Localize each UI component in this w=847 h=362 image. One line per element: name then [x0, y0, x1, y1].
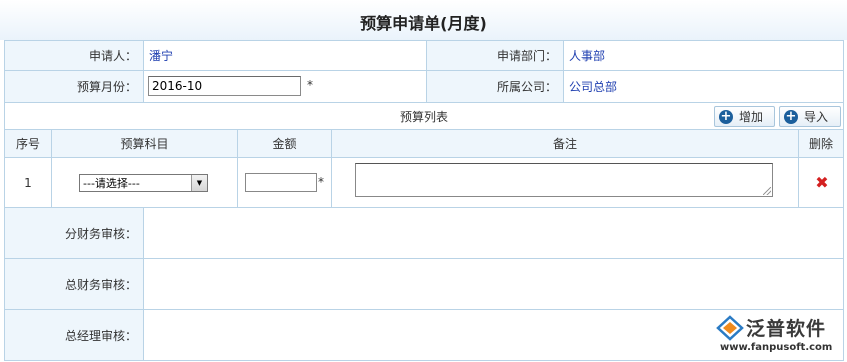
resize-grip-icon[interactable]	[763, 187, 771, 195]
col-header-index: 序号	[4, 129, 52, 158]
subject-select[interactable]: ---请选择--- ▼	[79, 174, 208, 192]
row-index: 1	[4, 157, 52, 208]
applicant-label: 申请人：	[4, 40, 144, 71]
red-x-icon[interactable]: ✖	[814, 175, 830, 191]
amount-input[interactable]	[245, 173, 317, 192]
review-label-general-manager: 总经理审核：	[4, 309, 144, 361]
department-label: 申请部门：	[426, 40, 564, 71]
company-value: 公司总部	[563, 70, 844, 103]
amount-required-mark: *	[318, 175, 324, 189]
month-label: 预算月份：	[4, 70, 144, 103]
remark-textarea[interactable]	[355, 163, 773, 197]
add-button[interactable]: + 增加	[714, 106, 775, 127]
month-required-mark: *	[307, 78, 313, 92]
add-button-label: 增加	[739, 110, 764, 124]
triangle-down-icon[interactable]: ▼	[191, 175, 207, 191]
plus-circle-icon: +	[719, 108, 733, 124]
review-value-general-finance	[143, 258, 844, 310]
month-input[interactable]	[148, 76, 301, 96]
col-header-subject: 预算科目	[51, 129, 238, 158]
col-header-amount: 金额	[237, 129, 332, 158]
department-value: 人事部	[563, 40, 844, 71]
watermark-url: www.fanpusoft.com	[720, 342, 833, 353]
page-title: 预算申请单(月度)	[0, 0, 847, 40]
col-header-delete: 删除	[798, 129, 844, 158]
fanpu-logo-icon	[716, 315, 744, 341]
plus-circle-icon: +	[784, 108, 798, 124]
review-label-general-finance: 总财务审核：	[4, 258, 144, 310]
review-value-branch-finance	[143, 207, 844, 259]
review-label-branch-finance: 分财务审核：	[4, 207, 144, 259]
subject-select-value: ---请选择---	[83, 177, 140, 190]
applicant-value: 潘宁	[143, 40, 427, 71]
watermark-logo: 泛普软件 www.fanpusoft.com	[716, 314, 844, 356]
col-header-remark: 备注	[331, 129, 799, 158]
company-label: 所属公司：	[426, 70, 564, 103]
import-button-label: 导入	[804, 110, 829, 124]
import-button[interactable]: + 导入	[779, 106, 841, 127]
watermark-brand: 泛普软件	[746, 318, 827, 340]
